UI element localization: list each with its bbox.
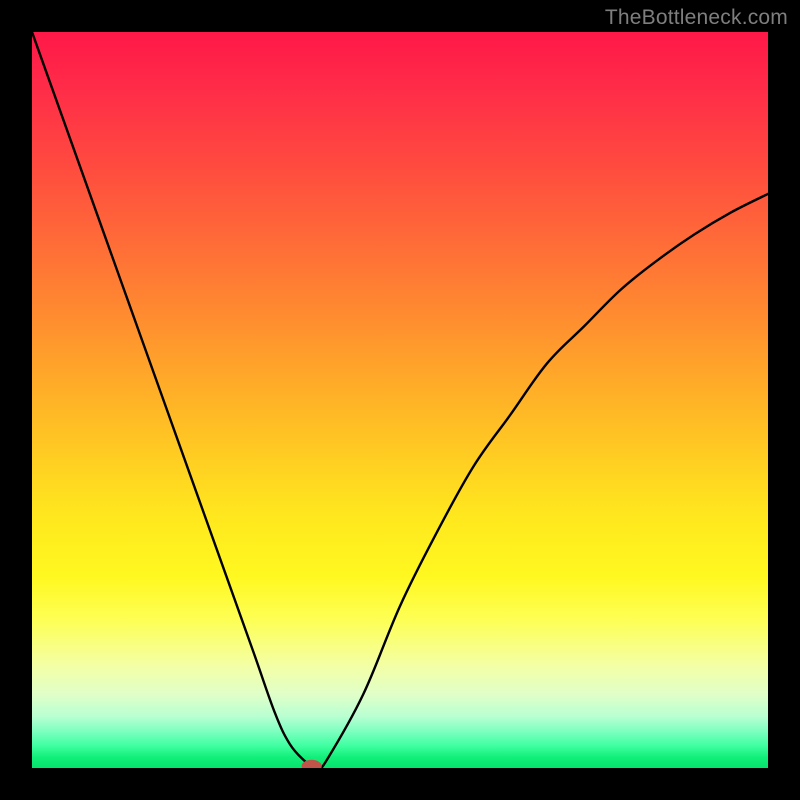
chart-frame: TheBottleneck.com <box>0 0 800 800</box>
plot-area <box>32 32 768 768</box>
attribution-text: TheBottleneck.com <box>605 6 788 30</box>
minimum-marker <box>302 760 321 768</box>
curve-layer <box>32 32 768 768</box>
bottleneck-curve <box>32 32 768 768</box>
